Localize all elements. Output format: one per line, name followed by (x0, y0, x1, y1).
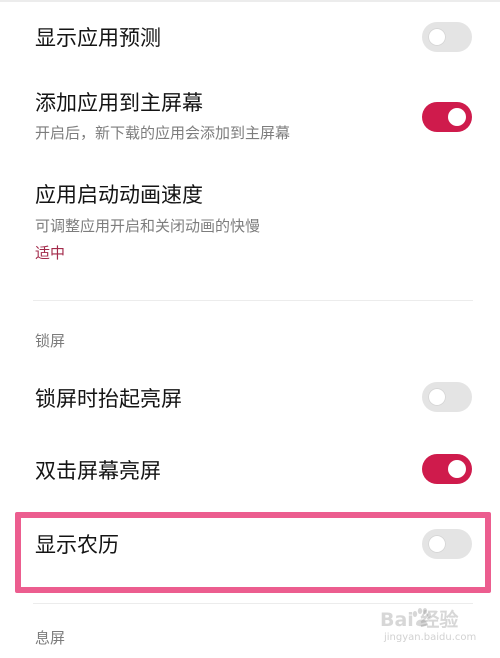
settings-page: 显示应用预测 添加应用到主屏幕 开启后，新下载的应用会添加到主屏幕 应用启动动画… (0, 0, 500, 658)
app-prediction-toggle[interactable] (422, 22, 472, 52)
setting-row-add-to-home[interactable]: 添加应用到主屏幕 开启后，新下载的应用会添加到主屏幕 (0, 80, 500, 160)
setting-row-double-tap-wake[interactable]: 双击屏幕亮屏 (0, 437, 500, 507)
toggle-knob (428, 388, 446, 406)
highlight-annotation-box (15, 512, 491, 593)
setting-title: 双击屏幕亮屏 (35, 459, 161, 483)
setting-title: 应用启动动画速度 (35, 183, 203, 207)
section-divider (33, 300, 473, 301)
paw-icon (412, 608, 431, 627)
toggle-knob (428, 28, 446, 46)
setting-description: 可调整应用开启和关闭动画的快慢 (35, 217, 261, 235)
add-to-home-toggle[interactable] (422, 102, 472, 132)
baidu-jingyan-watermark: Bai 经验 jingyan.baidu.com (380, 605, 492, 651)
toggle-knob (448, 460, 466, 478)
animation-speed-value: 适中 (35, 244, 66, 262)
double-tap-wake-toggle[interactable] (422, 454, 472, 484)
setting-title: 锁屏时抬起亮屏 (35, 387, 182, 411)
watermark-url: jingyan.baidu.com (384, 632, 477, 643)
setting-row-animation-speed[interactable]: 应用启动动画速度 可调整应用开启和关闭动画的快慢 适中 (0, 170, 500, 270)
setting-row-app-prediction[interactable]: 显示应用预测 (0, 0, 500, 80)
section-header-lock-screen: 锁屏 (35, 332, 66, 350)
setting-title: 显示应用预测 (35, 26, 161, 50)
raise-to-wake-toggle[interactable] (422, 382, 472, 412)
setting-title: 添加应用到主屏幕 (35, 91, 203, 115)
toggle-knob (448, 108, 466, 126)
setting-description: 开启后，新下载的应用会添加到主屏幕 (35, 124, 291, 142)
section-header-screen-off: 息屏 (35, 629, 66, 647)
section-divider (33, 603, 473, 604)
setting-row-raise-to-wake[interactable]: 锁屏时抬起亮屏 (0, 365, 500, 435)
